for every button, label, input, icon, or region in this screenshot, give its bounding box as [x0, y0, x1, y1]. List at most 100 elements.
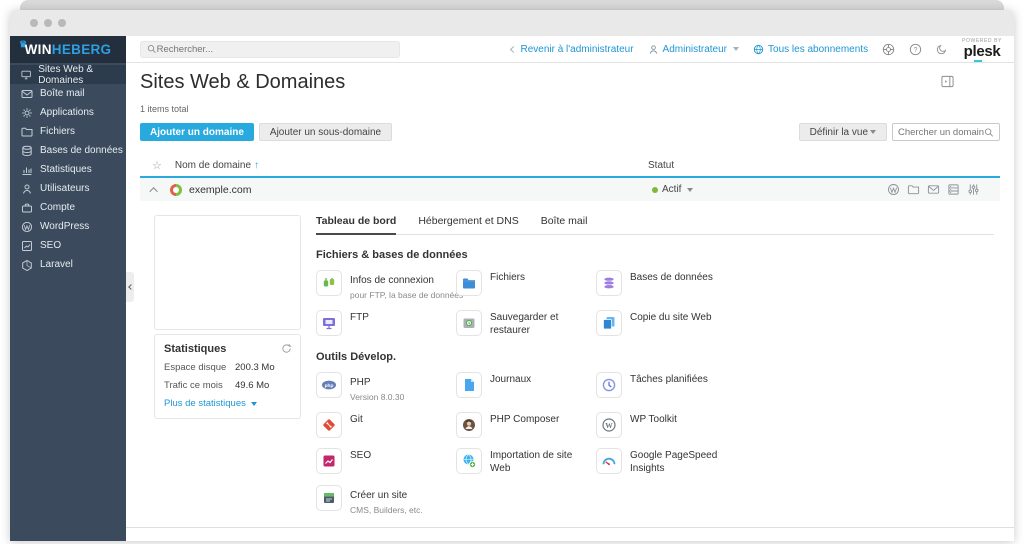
disk-usage-label: Espace disque — [164, 362, 227, 373]
tile-sauvegarder[interactable]: Sauvegarder et restaurer — [456, 310, 596, 337]
sidebar-item-applications[interactable]: Applications — [10, 103, 126, 122]
scheduled-tasks-icon — [596, 372, 622, 398]
winheberg-logo: ♛ WIN HEBERG — [10, 36, 126, 63]
more-statistics-link[interactable]: Plus de statistiques — [164, 398, 291, 409]
window-dot — [58, 19, 66, 27]
tile-bases-de-donnees[interactable]: Bases de données — [596, 270, 994, 300]
database-action-icon[interactable] — [947, 183, 960, 196]
back-to-admin-link[interactable]: Revenir à l'administrateur — [510, 44, 634, 55]
mail-action-icon[interactable] — [927, 183, 940, 196]
sidebar-item-seo[interactable]: SEO — [10, 236, 126, 255]
settings-sliders-icon[interactable] — [967, 183, 980, 196]
tile-fichiers[interactable]: Fichiers — [456, 270, 596, 300]
sort-ascending-icon[interactable]: ↑ — [254, 160, 259, 171]
tiles-files-db: Infos de connexion pour FTP, la base de d… — [316, 270, 994, 337]
mail-icon — [21, 89, 33, 98]
files-action-icon[interactable] — [907, 183, 920, 196]
tile-ftp[interactable]: FTP — [316, 310, 456, 337]
search-icon — [985, 127, 994, 137]
tile-copie-site[interactable]: Copie du site Web — [596, 310, 994, 337]
wp-toolkit-icon: W — [596, 412, 622, 438]
sidebar-item-bases-de-donnees[interactable]: Bases de données — [10, 141, 126, 160]
define-view-label: Définir la vue — [809, 126, 868, 138]
status-badge[interactable]: Actif — [652, 184, 694, 195]
admin-user-menu[interactable]: Administrateur — [648, 44, 740, 55]
favorite-star-icon[interactable]: ☆ — [152, 159, 162, 172]
sidebar-item-laravel[interactable]: Laravel — [10, 255, 126, 274]
sidebar-item-label: SEO — [40, 240, 62, 251]
briefcase-icon — [22, 203, 32, 212]
globe-icon — [753, 44, 764, 54]
tab-tableau-de-bord[interactable]: Tableau de bord — [316, 215, 397, 235]
chart-icon — [22, 167, 32, 175]
window-dot — [30, 19, 38, 27]
sidebar-item-label: Statistiques — [40, 164, 92, 175]
collapse-row-icon[interactable] — [149, 186, 158, 196]
tile-seo[interactable]: SEO — [316, 448, 456, 475]
domain-search-input[interactable] — [898, 126, 985, 138]
domain-quick-actions — [887, 183, 980, 196]
site-preview[interactable] — [154, 215, 301, 330]
pagespeed-icon — [596, 448, 622, 474]
search-input[interactable] — [156, 43, 393, 55]
section-title-files-db: Fichiers & bases de données — [316, 249, 468, 261]
monitor-icon — [21, 70, 31, 79]
sidebar-item-label: Sites Web & Domaines — [38, 63, 94, 86]
domain-dashboard: Statistiques Espace disque 200.3 Mo Traf… — [126, 201, 1014, 527]
sidebar-item-boite-mail[interactable]: Boîte mail — [10, 84, 126, 103]
chevron-down-icon — [687, 187, 694, 192]
svg-text:?: ? — [914, 46, 918, 53]
tab-hebergement-dns[interactable]: Hébergement et DNS — [418, 215, 518, 234]
chevron-down-icon — [250, 401, 257, 406]
tile-pagespeed[interactable]: Google PageSpeed Insights — [596, 448, 994, 475]
global-search[interactable] — [140, 40, 400, 58]
help-icon[interactable]: ? — [909, 43, 922, 56]
browser-window: ♛ WINHEBERG Revenir à l'administrateur A… — [10, 10, 1014, 541]
database-icon — [22, 145, 32, 156]
sidebar-item-label: Fichiers — [40, 126, 76, 137]
sidebar-collapse-handle[interactable] — [126, 272, 134, 302]
domain-name[interactable]: exemple.com — [189, 184, 251, 196]
panel-toggle-icon[interactable] — [941, 75, 954, 88]
all-subscriptions-link[interactable]: Tous les abonnements — [753, 44, 868, 55]
tile-git[interactable]: Git — [316, 412, 456, 438]
sidebar-item-label: Bases de données — [40, 145, 123, 156]
tile-infos-connexion[interactable]: Infos de connexion pour FTP, la base de d… — [316, 270, 463, 300]
tile-php-composer[interactable]: PHP Composer — [456, 412, 596, 438]
more-statistics-label: Plus de statistiques — [164, 398, 246, 409]
sidebar-item-compte[interactable]: Compte — [10, 198, 126, 217]
all-subscriptions-label: Tous les abonnements — [768, 43, 869, 55]
domain-row[interactable]: exemple.com Actif — [140, 176, 1000, 201]
column-domain-name[interactable]: Nom de domaine — [175, 160, 251, 171]
extensions-icon[interactable] — [882, 43, 895, 56]
tile-taches-planifiees[interactable]: Tâches planifiées — [596, 372, 994, 402]
wordpress-action-icon[interactable] — [887, 183, 900, 196]
seo-tile-icon — [316, 448, 342, 474]
tile-php[interactable]: php PHP Version 8.0.30 — [316, 372, 456, 402]
traffic-label: Trafic ce mois — [164, 380, 223, 391]
tile-creer-un-site[interactable]: Créer un site CMS, Builders, etc. — [316, 485, 456, 515]
tile-importation-site[interactable]: Importation de site Web — [456, 448, 596, 475]
tab-boite-mail[interactable]: Boîte mail — [541, 215, 588, 234]
tile-wp-toolkit[interactable]: W WP Toolkit — [596, 412, 994, 438]
refresh-icon[interactable] — [281, 343, 292, 354]
define-view-button[interactable]: Définir la vue — [798, 123, 887, 141]
sidebar-item-fichiers[interactable]: Fichiers — [10, 122, 126, 141]
dark-mode-moon-icon[interactable] — [936, 43, 948, 55]
tile-journaux[interactable]: Journaux — [456, 372, 596, 402]
add-domain-button[interactable]: Ajouter un domaine — [140, 123, 254, 141]
status-dot — [652, 186, 658, 193]
sidebar-item-utilisateurs[interactable]: Utilisateurs — [10, 179, 126, 198]
plesk-logo: POWERED BY plesk — [962, 39, 1002, 62]
chevron-down-icon — [733, 47, 740, 51]
sidebar-item-statistiques[interactable]: Statistiques — [10, 160, 126, 179]
add-subdomain-button[interactable]: Ajouter un sous-domaine — [258, 123, 393, 141]
items-total: 1 items total — [140, 104, 189, 114]
sidebar-item-wordpress[interactable]: WordPress — [10, 217, 126, 236]
traffic-value: 49.6 Mo — [235, 380, 270, 391]
domain-search[interactable] — [892, 123, 1000, 141]
sidebar-item-sites-web[interactable]: Sites Web & Domaines — [10, 63, 126, 86]
window-dot — [44, 19, 52, 27]
statistics-panel: Statistiques Espace disque 200.3 Mo Traf… — [154, 334, 301, 419]
plesk-accent-bar — [974, 59, 983, 62]
